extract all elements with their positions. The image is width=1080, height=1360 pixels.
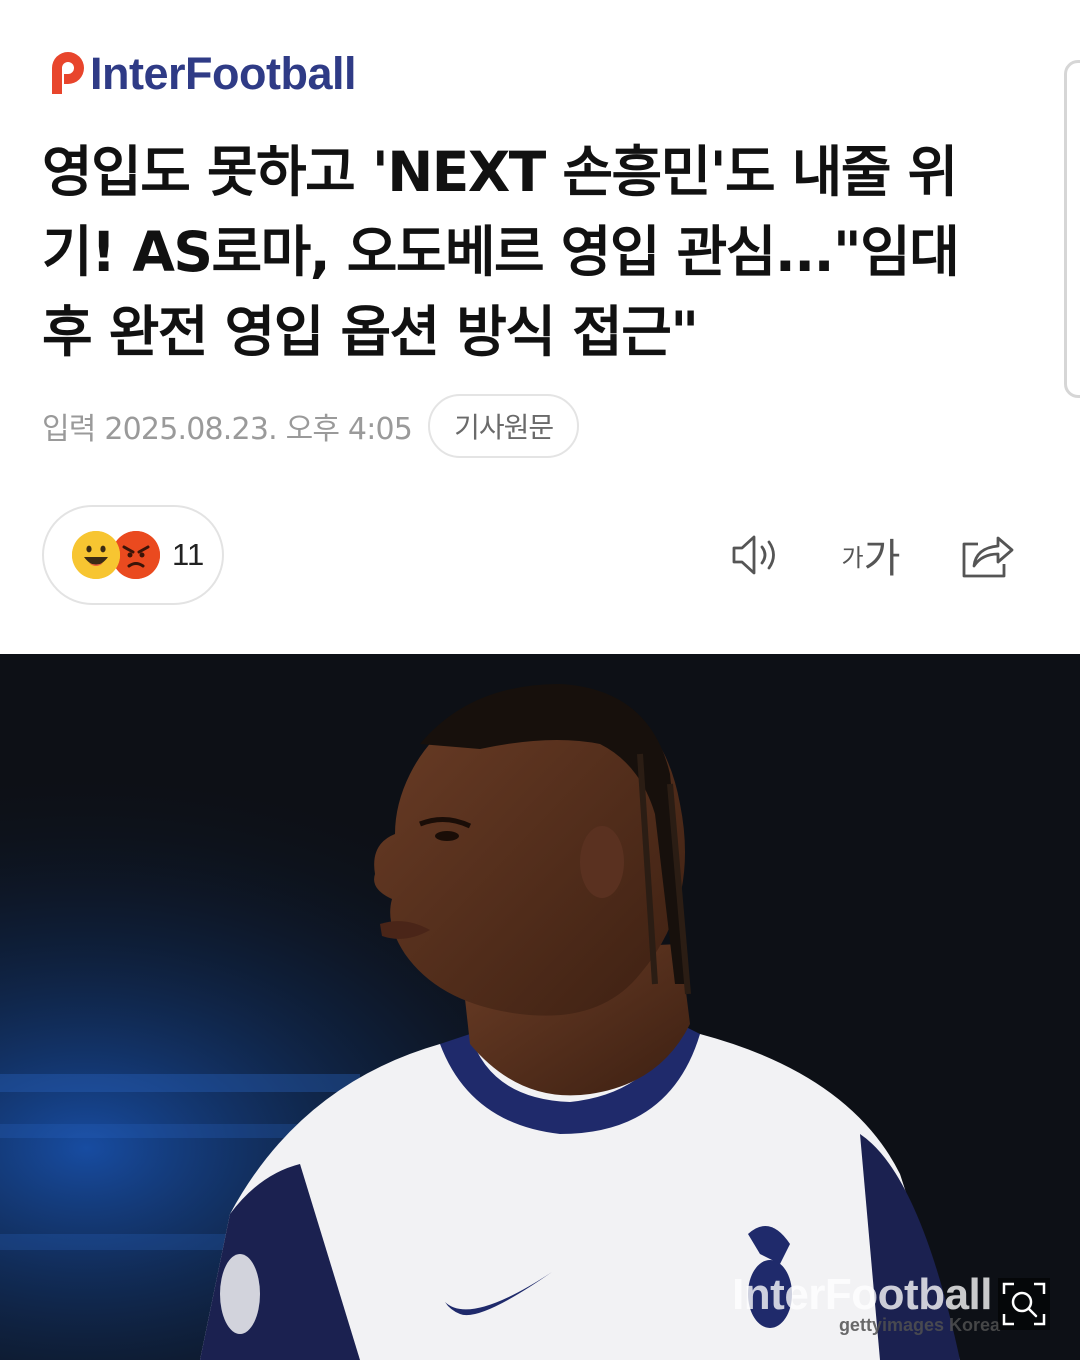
image-zoom-button[interactable]: [998, 1278, 1050, 1330]
image-watermark: InterFootball: [732, 1270, 992, 1319]
interfootball-logo-icon: [52, 52, 84, 94]
font-size-small-label: 가: [841, 543, 864, 572]
share-button[interactable]: [956, 525, 1016, 585]
article-date: 입력 2025.08.23. 오후 4:05: [42, 412, 413, 447]
site-logo[interactable]: InterFootball: [42, 48, 356, 98]
zoom-magnifier-icon: [1002, 1282, 1046, 1326]
font-size-button[interactable]: 가 가: [838, 525, 904, 585]
smile-emoji-icon: [72, 531, 120, 579]
logo-text: InterFootball: [90, 47, 356, 99]
original-article-button[interactable]: 기사원문: [428, 394, 580, 458]
article-meta: 입력 2025.08.23. 오후 4:05 기사원문: [42, 394, 580, 458]
article-image[interactable]: InterFootball gettyimages Korea: [0, 654, 1080, 1360]
article-title: 영입도 못하고 'NEXT 손흥민'도 내줄 위기! AS로마, 오도베르 영입…: [42, 140, 960, 364]
reaction-count: 11: [172, 537, 205, 572]
font-size-big-label: 가: [863, 536, 901, 582]
speaker-icon: [732, 535, 775, 575]
player-photo: [0, 654, 1080, 1360]
tts-button[interactable]: [726, 525, 786, 585]
image-credit: gettyimages Korea: [838, 1315, 1000, 1335]
reaction-button[interactable]: 11: [42, 505, 224, 605]
share-icon: [962, 536, 1014, 578]
scroll-indicator: [1064, 60, 1080, 398]
